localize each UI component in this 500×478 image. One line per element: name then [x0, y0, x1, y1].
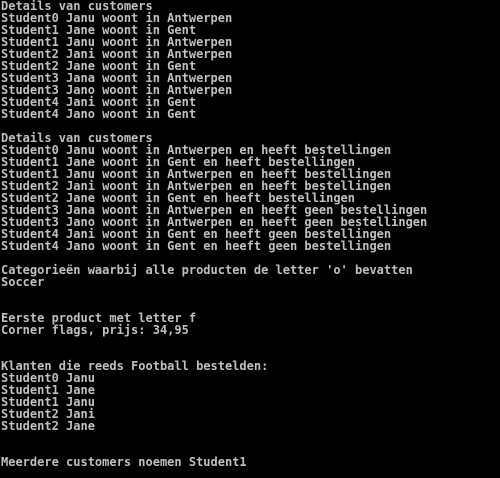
console-window: Details van customers Student0 Janu woon…	[0, 0, 500, 478]
console-line: Student2 Jane	[1, 419, 95, 433]
console-line: Corner flags, prijs: 34,95	[1, 323, 189, 337]
console-line: Categorieën waarbij alle producten de le…	[1, 263, 413, 277]
console-line: Student4 Jano woont in Gent	[1, 107, 197, 121]
console-line: Meerdere customers noemen Student1	[1, 455, 247, 469]
console-line: Soccer	[1, 275, 45, 289]
console-line: Student4 Jano woont in Gent en heeft gee…	[1, 239, 392, 253]
